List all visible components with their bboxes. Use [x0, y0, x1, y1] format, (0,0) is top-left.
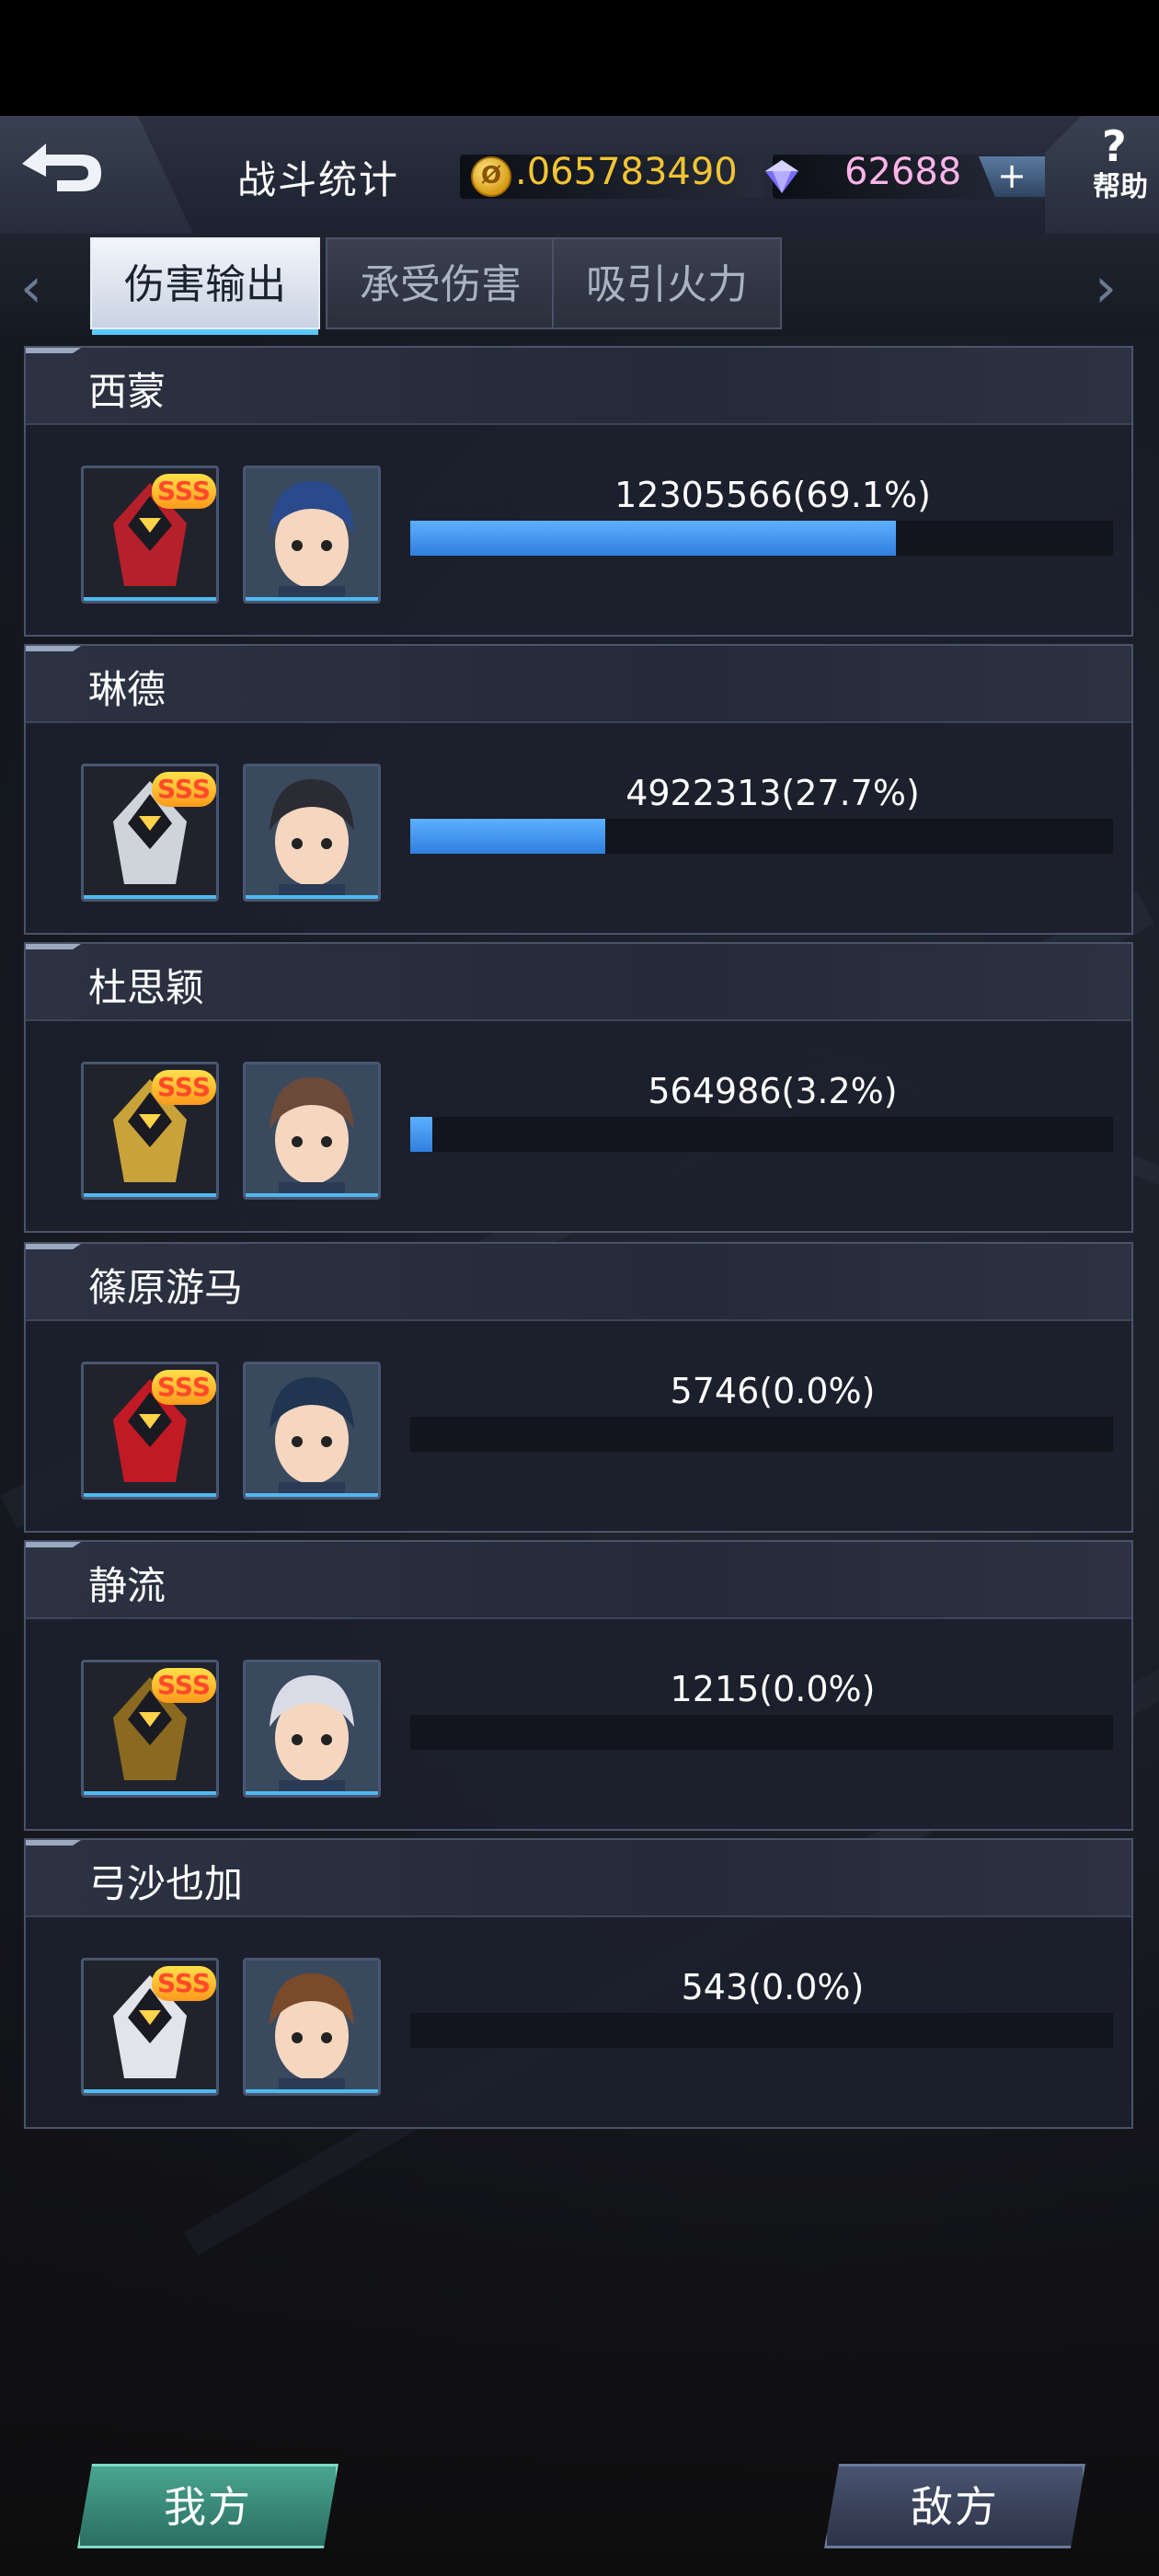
card-header: 琳德: [26, 646, 1131, 723]
mech-portrait[interactable]: SSS: [81, 1660, 219, 1798]
mech-portrait[interactable]: SSS: [81, 1362, 219, 1500]
damage-value: 564986(3.2%): [648, 1071, 898, 1111]
card-header: 弓沙也加: [26, 1840, 1131, 1917]
pilot-portrait[interactable]: [243, 1362, 381, 1500]
help-button[interactable]: ? 帮助: [1045, 116, 1159, 234]
help-label: 帮助: [1093, 171, 1148, 203]
enemy-side-button[interactable]: 敌方: [824, 2464, 1085, 2548]
damage-bar-track: [410, 1417, 1113, 1452]
grade-badge: SSS: [152, 1668, 216, 1703]
damage-bar-track: [410, 521, 1113, 556]
grade-badge: SSS: [152, 1070, 216, 1105]
damage-value: 4922313(27.7%): [625, 773, 920, 813]
mech-portrait[interactable]: SSS: [81, 1958, 219, 2096]
stat-tabs: ‹ 伤害输出 承受伤害 吸引火力 ›: [0, 234, 1159, 337]
pilot-avatar-icon: [246, 1064, 378, 1197]
pilot-name: 琳德: [88, 667, 166, 712]
pilot-card: 篠原游马 SSS 5746(0.0%): [24, 1242, 1133, 1533]
page-title: 战斗统计: [237, 157, 400, 202]
pilot-portrait[interactable]: [243, 1660, 381, 1798]
damage-value: 5746(0.0%): [670, 1371, 876, 1411]
pilot-avatar-icon: [246, 468, 378, 601]
card-header: 静流: [26, 1542, 1131, 1619]
pilot-card: 杜思颖 SSS 564986(3.2%): [24, 942, 1133, 1233]
pilot-card: 弓沙也加 SSS 543(0.0%): [24, 1838, 1133, 2129]
pilot-portrait[interactable]: [243, 1958, 381, 2096]
damage-bar-track: [410, 2013, 1113, 2048]
top-bar: 战斗统计 Ø .065783490 62688 + ? 帮助: [0, 116, 1159, 236]
pilot-card: 西蒙 SSS 12305566(69.1%): [24, 346, 1133, 637]
card-header: 杜思颖: [26, 944, 1131, 1021]
grade-badge: SSS: [152, 1370, 216, 1405]
tab-right-arrow-icon[interactable]: ›: [1095, 256, 1117, 320]
pilot-avatar-icon: [246, 1364, 378, 1497]
back-arrow-icon: [22, 144, 101, 191]
gold-amount: .065783490: [515, 151, 738, 193]
tab-damage-taken[interactable]: 承受伤害: [326, 237, 556, 329]
mech-portrait[interactable]: SSS: [81, 466, 219, 604]
gem-amount: 62688: [844, 151, 962, 193]
pilot-name: 西蒙: [88, 369, 166, 414]
damage-bar-fill: [410, 1117, 433, 1152]
pilot-name: 弓沙也加: [88, 1861, 244, 1906]
pilot-avatar-icon: [246, 766, 378, 899]
card-header: 篠原游马: [26, 1244, 1131, 1321]
mech-portrait[interactable]: SSS: [81, 1062, 219, 1200]
tab-damage-output[interactable]: 伤害输出: [90, 237, 320, 335]
damage-bar-track: [410, 819, 1113, 854]
grade-badge: SSS: [152, 1966, 216, 2001]
damage-bar-track: [410, 1715, 1113, 1750]
pilot-avatar-icon: [246, 1961, 378, 2093]
my-side-button[interactable]: 我方: [77, 2464, 339, 2548]
pilot-portrait[interactable]: [243, 466, 381, 604]
damage-bar-fill: [410, 819, 605, 854]
pilot-name: 杜思颖: [88, 965, 205, 1010]
diamond-icon: [765, 160, 798, 193]
damage-value: 1215(0.0%): [670, 1669, 876, 1709]
grade-badge: SSS: [152, 474, 216, 509]
pilot-avatar-icon: [246, 1662, 378, 1795]
card-header: 西蒙: [26, 348, 1131, 425]
mech-portrait[interactable]: SSS: [81, 764, 219, 902]
tab-draw-fire[interactable]: 吸引火力: [552, 237, 782, 329]
pilot-name: 篠原游马: [88, 1265, 244, 1310]
gold-coin-icon: Ø: [471, 156, 511, 197]
pilot-card: 静流 SSS 1215(0.0%): [24, 1540, 1133, 1831]
damage-bar-fill: [410, 521, 896, 556]
pilot-name: 静流: [88, 1563, 166, 1608]
status-bar-area: [0, 0, 1159, 116]
damage-value: 12305566(69.1%): [614, 475, 931, 515]
pilot-portrait[interactable]: [243, 1062, 381, 1200]
tab-left-arrow-icon[interactable]: ‹: [20, 256, 42, 320]
damage-bar-track: [410, 1117, 1113, 1152]
damage-value: 543(0.0%): [681, 1967, 865, 2007]
pilot-card: 琳德 SSS 4922313(27.7%): [24, 644, 1133, 935]
grade-badge: SSS: [152, 772, 216, 807]
pilot-portrait[interactable]: [243, 764, 381, 902]
back-button[interactable]: [0, 116, 193, 234]
